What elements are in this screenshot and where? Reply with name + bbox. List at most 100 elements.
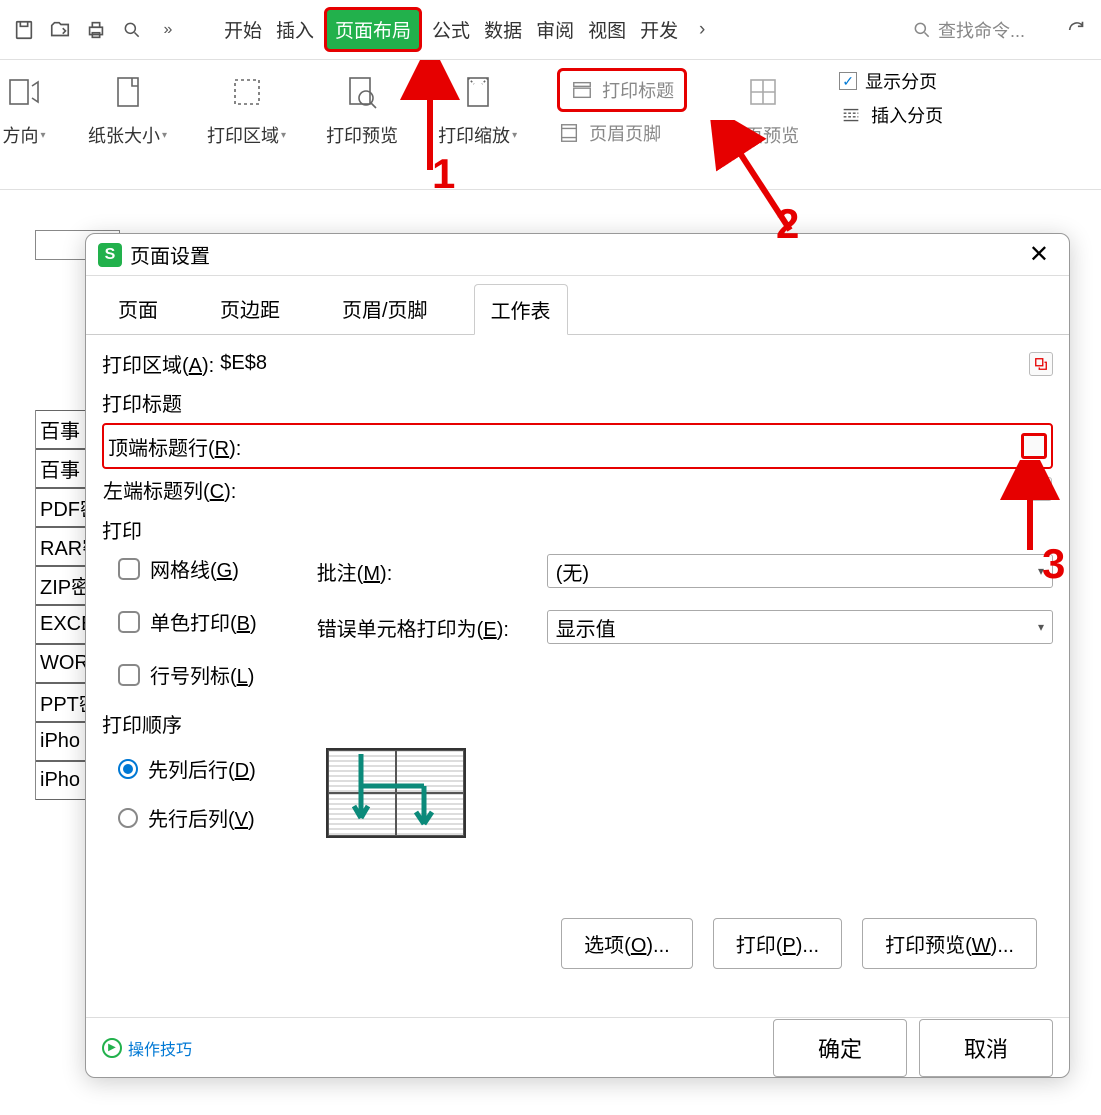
ribbon-titles-label: 打印标题: [602, 77, 674, 103]
left-title-label: 左端标题列(C):: [103, 475, 236, 504]
ribbon-pb-label: 分页预览: [727, 122, 799, 148]
print-area-icon: [223, 68, 271, 116]
ribbon-preview-label: 打印预览: [326, 122, 398, 148]
checkbox-icon: [118, 611, 140, 633]
print-area-label: 打印区域(A):: [102, 349, 214, 378]
print-area-row: 打印区域(A): $E$8: [102, 349, 1053, 378]
tab-dev[interactable]: 开发: [636, 10, 682, 49]
tab-data[interactable]: 数据: [480, 10, 526, 49]
app-icon: S: [98, 243, 122, 267]
print-options-area: 网格线(G) 单色打印(B) 行号列标(L) 批注(M): (无)▾ 错误单元格…: [102, 554, 1053, 689]
preview-icon: [338, 68, 386, 116]
chevron-down-icon: ▾: [512, 130, 517, 141]
print-section: 打印: [102, 515, 1053, 544]
tab-insert[interactable]: 插入: [272, 10, 318, 49]
ribbon-print-zoom[interactable]: 打印缩放▾: [438, 68, 517, 148]
ribbon-pagebreak-preview[interactable]: 分页预览: [727, 68, 799, 148]
save-icon[interactable]: [10, 16, 38, 44]
chevron-down-icon: ▾: [281, 130, 286, 141]
options-button[interactable]: 选项(O)...: [561, 918, 693, 969]
ribbon-paper-label: 纸张大小: [88, 122, 160, 148]
ribbon-col-breaks: ✓ 显示分页 插入分页: [839, 68, 943, 128]
close-icon[interactable]: ✕: [1021, 240, 1057, 269]
quick-access-toolbar: » 开始 插入 页面布局 公式 数据 审阅 视图 开发 › 查找命令...: [0, 0, 1101, 60]
checkbox-icon: ✓: [839, 72, 857, 90]
order-section: 打印顺序: [102, 709, 1053, 738]
mono-checkbox[interactable]: 单色打印(B): [118, 607, 257, 636]
search-small-icon[interactable]: [118, 16, 146, 44]
tab-review[interactable]: 审阅: [532, 10, 578, 49]
print-button[interactable]: 打印(P)...: [713, 918, 842, 969]
print-titles-section: 打印标题: [102, 388, 1053, 417]
comments-label: 批注(M):: [317, 557, 537, 586]
more-icon[interactable]: »: [154, 16, 182, 44]
chevron-down-icon: ▾: [1038, 564, 1044, 578]
header-footer-icon: [557, 121, 581, 145]
print-area-value[interactable]: $E$8: [220, 352, 267, 375]
tab-view[interactable]: 视图: [584, 10, 630, 49]
preview-button[interactable]: 打印预览(W)...: [862, 918, 1037, 969]
ribbon-print-preview[interactable]: 打印预览: [326, 68, 398, 148]
ok-button[interactable]: 确定: [773, 1019, 907, 1077]
dialog-title: 页面设置: [130, 240, 1021, 269]
top-title-label: 顶端标题行(R):: [108, 432, 241, 461]
tabs-more-icon[interactable]: ›: [688, 16, 716, 44]
ribbon-show-pagebreak[interactable]: ✓ 显示分页: [839, 68, 943, 94]
gridlines-checkbox[interactable]: 网格线(G): [118, 554, 257, 583]
ribbon-hf-label: 页眉页脚: [589, 120, 661, 146]
ribbon-insert-pb-label: 插入分页: [871, 102, 943, 128]
dialog-footer: ▶ 操作技巧 确定 取消: [86, 1017, 1069, 1077]
comments-combo-row: 批注(M): (无)▾: [317, 554, 1053, 588]
ribbon-zoom-label: 打印缩放: [438, 122, 510, 148]
ribbon: 方向▾ 纸张大小▾ 打印区域▾ 打印预览 打印缩放▾ 打印标题 页眉页脚 分页预…: [0, 60, 1101, 190]
refresh-icon[interactable]: [1063, 16, 1091, 44]
rowcol-checkbox[interactable]: 行号列标(L): [118, 660, 257, 689]
command-search[interactable]: 查找命令...: [912, 17, 1035, 43]
dialog-titlebar: S 页面设置 ✕: [86, 234, 1069, 276]
ribbon-paper-size[interactable]: 纸张大小▾: [88, 68, 167, 148]
ribbon-header-footer[interactable]: 页眉页脚: [557, 120, 687, 146]
open-icon[interactable]: [46, 16, 74, 44]
comments-combo[interactable]: (无)▾: [547, 554, 1053, 588]
insert-break-icon: [839, 103, 863, 127]
tips-link[interactable]: ▶ 操作技巧: [102, 1036, 192, 1060]
range-picker-icon[interactable]: [1029, 352, 1053, 376]
ribbon-print-titles[interactable]: 打印标题: [557, 68, 687, 112]
chevron-down-icon: ▾: [40, 130, 45, 141]
tab-formula[interactable]: 公式: [428, 10, 474, 49]
chevron-down-icon: ▾: [1038, 620, 1044, 634]
ribbon-direction-label: 方向: [2, 122, 38, 148]
dialog-tabs: 页面 页边距 页眉/页脚 工作表: [86, 276, 1069, 335]
cancel-button[interactable]: 取消: [919, 1019, 1053, 1077]
print-icon[interactable]: [82, 16, 110, 44]
ribbon-print-area[interactable]: 打印区域▾: [207, 68, 286, 148]
errors-combo[interactable]: 显示值▾: [547, 610, 1053, 644]
zoom-icon: [454, 68, 502, 116]
checkbox-icon: [118, 558, 140, 580]
dialog-action-buttons: 选项(O)... 打印(P)... 打印预览(W)...: [102, 918, 1053, 969]
search-icon: [912, 20, 932, 40]
col-first-radio[interactable]: 先列后行(D): [118, 754, 256, 783]
ribbon-col-titles: 打印标题 页眉页脚: [557, 68, 687, 146]
search-placeholder: 查找命令...: [938, 17, 1025, 43]
orientation-icon: [0, 68, 48, 116]
play-icon: ▶: [102, 1038, 122, 1058]
dtab-header-footer[interactable]: 页眉/页脚: [326, 284, 444, 334]
titles-icon: [570, 78, 594, 102]
row-first-radio[interactable]: 先行后列(V): [118, 803, 256, 832]
range-picker-icon[interactable]: [1028, 477, 1052, 501]
ribbon-show-pb-label: 显示分页: [865, 68, 937, 94]
ribbon-print-area-label: 打印区域: [207, 122, 279, 148]
range-picker-icon[interactable]: [1021, 433, 1047, 459]
dtab-sheet[interactable]: 工作表: [474, 284, 568, 335]
left-title-row: 左端标题列(C):: [102, 469, 1053, 509]
checkbox-icon: [118, 664, 140, 686]
paper-icon: [104, 68, 152, 116]
dtab-page[interactable]: 页面: [102, 284, 174, 334]
tab-home[interactable]: 开始: [220, 10, 266, 49]
chevron-down-icon: ▾: [162, 130, 167, 141]
ribbon-insert-pagebreak[interactable]: 插入分页: [839, 102, 943, 128]
dtab-margins[interactable]: 页边距: [204, 284, 296, 334]
tab-page-layout[interactable]: 页面布局: [324, 7, 422, 52]
ribbon-direction[interactable]: 方向▾: [0, 68, 48, 148]
